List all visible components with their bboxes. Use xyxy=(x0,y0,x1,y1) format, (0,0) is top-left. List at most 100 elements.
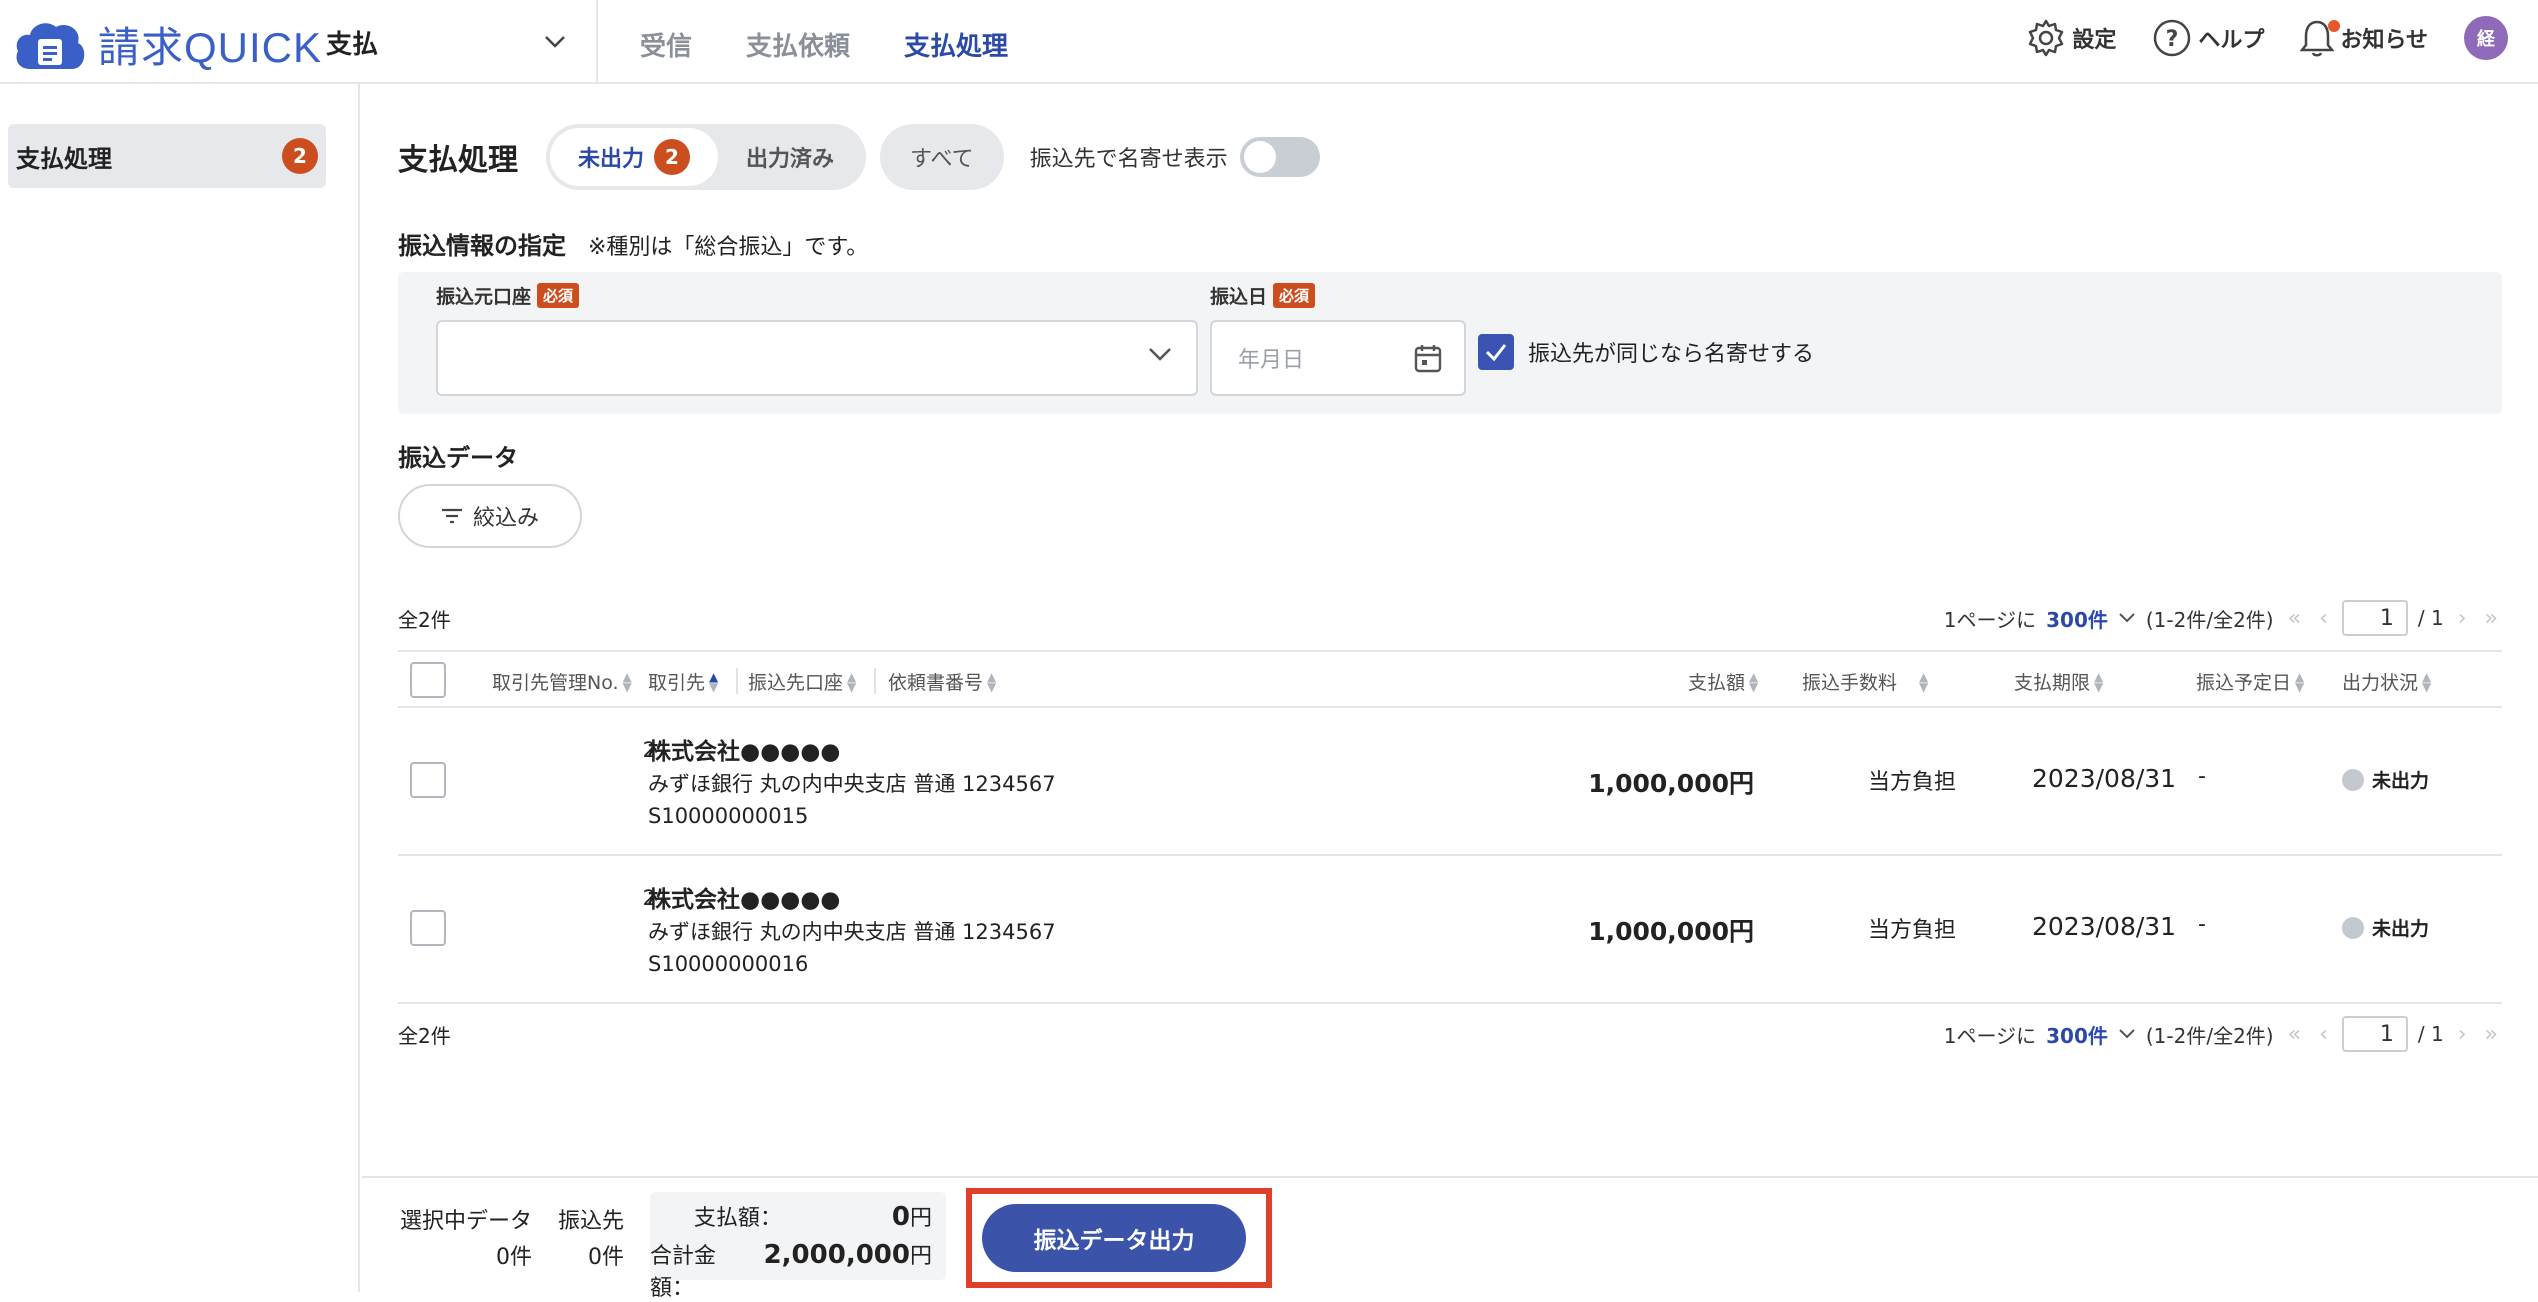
settings-button[interactable]: 設定 xyxy=(2026,18,2116,58)
payee-value: 0件 xyxy=(588,1245,624,1270)
merge-same-payee-option: 振込先が同じなら名寄せする xyxy=(1478,334,1814,370)
col-due[interactable]: 支払期限 ▲ ▼ xyxy=(2014,668,2103,695)
status-tabs: 未出力 2 出力済み xyxy=(546,124,867,190)
row-fee: 当方負担 xyxy=(1868,918,1957,943)
per-page-prefix: 1ページに xyxy=(1943,1023,2037,1048)
table-row[interactable]: 2 株式会社●●●●● みずほ銀行 丸の内中央支店 普通 1234567 S10… xyxy=(398,856,2502,1004)
module-select-label: 支払 xyxy=(326,29,379,60)
required-badge: 必須 xyxy=(537,283,580,308)
app-logo[interactable]: 請求QUICK xyxy=(12,14,322,75)
payee-label: 振込先 xyxy=(557,1209,624,1234)
yen-unit: 円 xyxy=(909,1206,932,1231)
page-range: (1-2件/全2件) xyxy=(2145,1023,2274,1048)
tab-unexported-count: 2 xyxy=(654,139,691,175)
row-client-name: 株式会社●●●●● xyxy=(648,739,841,765)
sort-asc-icon: ▲ ▼ xyxy=(709,669,719,694)
tab-unexported[interactable]: 未出力 2 xyxy=(550,128,719,186)
row-checkbox[interactable] xyxy=(410,910,446,946)
module-select[interactable]: 支払 xyxy=(326,22,566,62)
prev-page-icon[interactable]: ‹ xyxy=(2315,1022,2332,1047)
col-fee[interactable]: 振込手数料 ▲ ▼ xyxy=(1802,668,1928,695)
column-divider xyxy=(874,668,876,694)
col-client-no[interactable]: 取引先管理No. ▲ ▼ xyxy=(492,668,632,695)
nav-payment-processing[interactable]: 支払処理 xyxy=(904,22,1008,67)
calendar-icon[interactable] xyxy=(1414,343,1442,373)
source-account-select[interactable] xyxy=(436,320,1198,396)
header-divider xyxy=(596,0,598,82)
tab-unexported-label: 未出力 xyxy=(578,147,645,172)
row-account: みずほ銀行 丸の内中央支店 普通 1234567 xyxy=(648,772,1056,796)
sort-icon: ▲ ▼ xyxy=(2422,669,2432,694)
selected-data-summary: 選択中データ 0件 xyxy=(396,1204,532,1276)
transfer-data-title: 振込データ xyxy=(398,444,518,472)
page-number-input[interactable]: 1 xyxy=(2341,600,2408,636)
table-count-row-top: 全2件 1ページに 300件 (1-2件/全2件) « ‹ 1 / 1 › » xyxy=(398,598,2502,638)
notices-button[interactable]: お知らせ xyxy=(2300,18,2428,58)
page-number-input[interactable]: 1 xyxy=(2341,1016,2408,1052)
col-status[interactable]: 出力状況 ▲ ▼ xyxy=(2342,668,2431,695)
row-request-no: S10000000015 xyxy=(648,804,809,828)
last-page-icon[interactable]: » xyxy=(2481,606,2502,631)
per-page-select[interactable]: 300件 xyxy=(2046,604,2108,633)
table-row[interactable]: 2 株式会社●●●●● みずほ銀行 丸の内中央支店 普通 1234567 S10… xyxy=(398,708,2502,856)
col-status-label: 出力状況 xyxy=(2342,672,2419,694)
next-page-icon[interactable]: › xyxy=(2454,1022,2471,1047)
transfer-date-label: 振込日 必須 xyxy=(1210,282,1316,309)
row-request-no: S10000000016 xyxy=(648,952,809,976)
row-due: 2023/08/31 xyxy=(2032,764,2177,793)
help-label: ヘルプ xyxy=(2198,28,2265,53)
nav-receive[interactable]: 受信 xyxy=(640,22,692,67)
chevron-down-icon[interactable] xyxy=(2118,612,2136,624)
tab-all[interactable]: すべて xyxy=(880,124,1004,190)
pay-amount-value: 0 xyxy=(891,1202,910,1232)
nav-payment-request[interactable]: 支払依頼 xyxy=(746,22,850,67)
row-due: 2023/08/31 xyxy=(2032,912,2177,941)
merge-checkbox-label: 振込先が同じなら名寄せする xyxy=(1528,342,1815,367)
col-due-label: 支払期限 xyxy=(2014,672,2091,694)
row-checkbox[interactable] xyxy=(410,762,446,798)
transfer-date-input[interactable]: 年月日 xyxy=(1210,320,1466,396)
sort-icon: ▲ ▼ xyxy=(2094,669,2104,694)
prev-page-icon[interactable]: ‹ xyxy=(2315,606,2332,631)
col-client-label: 取引先 xyxy=(648,672,706,694)
avatar[interactable]: 経 xyxy=(2464,16,2508,60)
col-amount[interactable]: 支払額 ▲ ▼ xyxy=(1688,668,1758,695)
transfer-date-label-text: 振込日 xyxy=(1210,286,1268,308)
last-page-icon[interactable]: » xyxy=(2481,1022,2502,1047)
summary-footer: 選択中データ 0件 振込先 0件 支払額： 0 円 合計金額： 2,000,00… xyxy=(362,1176,2538,1301)
sort-icon: ▲ ▼ xyxy=(847,669,857,694)
col-request-no[interactable]: 依頼書番号 ▲ ▼ xyxy=(888,668,996,695)
select-all-checkbox[interactable] xyxy=(410,662,446,698)
transfer-info-title: 振込情報の指定 xyxy=(398,232,566,260)
chevron-down-icon[interactable] xyxy=(2118,1028,2136,1040)
filter-button-label: 絞込み xyxy=(472,506,539,531)
pagination-bottom: 1ページに 300件 (1-2件/全2件) « ‹ 1 / 1 › » xyxy=(1944,1016,2502,1052)
sidebar: 支払処理 2 xyxy=(0,84,360,1292)
row-client-name: 株式会社●●●●● xyxy=(648,887,841,913)
export-transfer-data-button[interactable]: 振込データ出力 xyxy=(982,1204,1246,1272)
sidebar-count-badge: 2 xyxy=(282,138,318,174)
filter-button[interactable]: 絞込み xyxy=(398,484,582,548)
first-page-icon[interactable]: « xyxy=(2284,1022,2305,1047)
tab-exported[interactable]: 出力済み xyxy=(718,128,862,186)
col-client[interactable]: 取引先 ▲ ▼ xyxy=(648,668,718,695)
source-account-label-text: 振込元口座 xyxy=(436,286,532,308)
transfer-info-panel: 振込元口座 必須 振込日 必須 年月日 振込先が同じなら名寄せする xyxy=(398,272,2502,414)
chevron-down-icon xyxy=(1149,348,1171,361)
page-total: / 1 xyxy=(2417,1022,2444,1046)
merge-same-payee-checkbox[interactable] xyxy=(1478,334,1514,370)
tab-exported-label: 出力済み xyxy=(746,147,835,172)
next-page-icon[interactable]: › xyxy=(2454,606,2471,631)
first-page-icon[interactable]: « xyxy=(2284,606,2305,631)
transfer-info-note: ※種別は「総合振込」です。 xyxy=(588,235,869,260)
per-page-select[interactable]: 300件 xyxy=(2046,1020,2108,1049)
payee-summary: 振込先 0件 xyxy=(548,1204,624,1276)
help-icon: ? xyxy=(2154,19,2191,57)
sidebar-item-payment-processing[interactable]: 支払処理 2 xyxy=(8,124,326,188)
total-amount-label: 合計金額： xyxy=(650,1244,717,1301)
group-by-payee-toggle[interactable] xyxy=(1239,137,1320,177)
col-account[interactable]: 振込先口座 ▲ ▼ xyxy=(748,668,856,695)
help-button[interactable]: ? ヘルプ xyxy=(2152,18,2264,58)
col-scheduled[interactable]: 振込予定日 ▲ ▼ xyxy=(2196,668,2304,695)
group-toggle-label: 振込先で名寄せ表示 xyxy=(1029,147,1228,172)
